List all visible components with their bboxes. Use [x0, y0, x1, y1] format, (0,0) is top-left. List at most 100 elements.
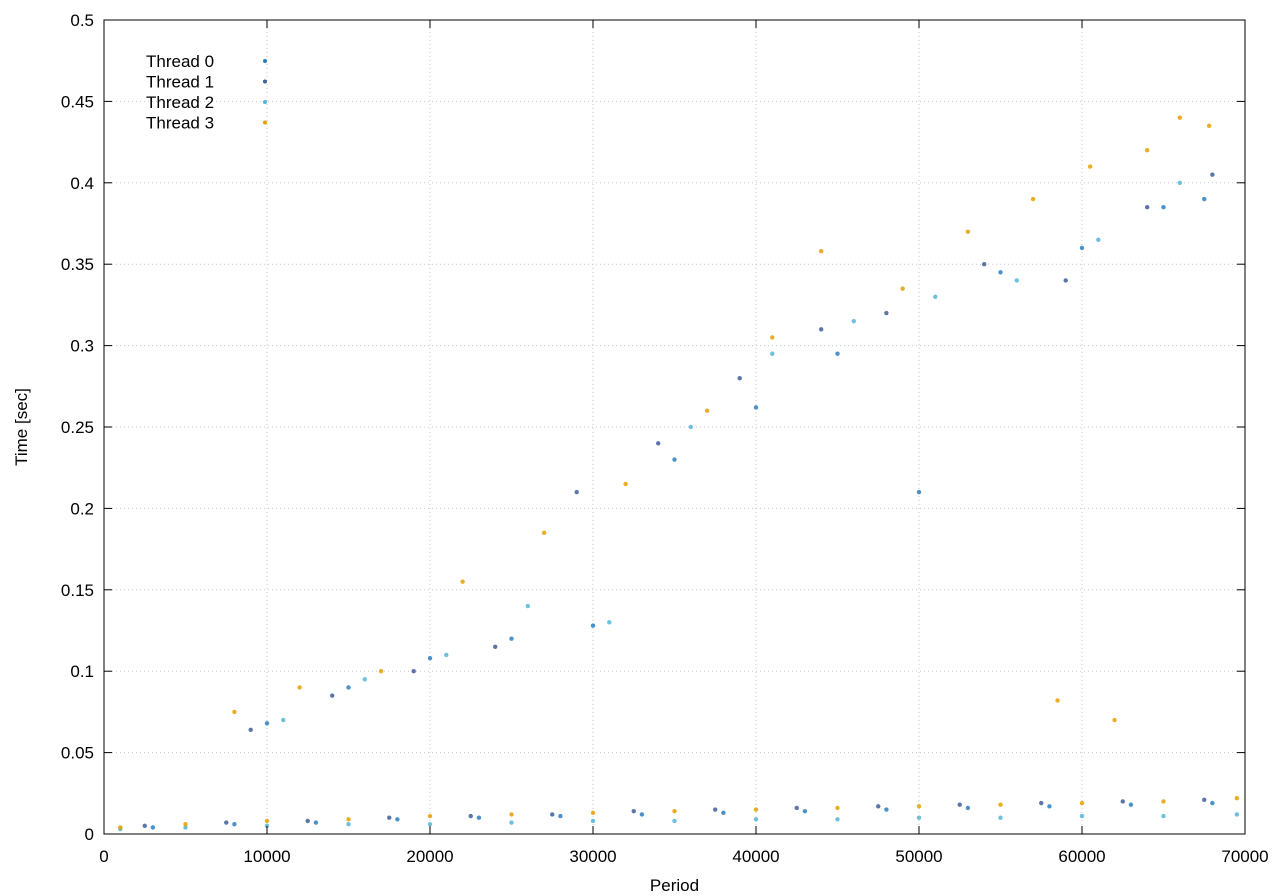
y-tick-label: 0.35	[61, 255, 94, 274]
data-point-thread-3	[509, 812, 514, 817]
data-point-thread-3	[1206, 123, 1212, 129]
data-point-thread-1	[1063, 278, 1068, 283]
data-point-thread-0	[476, 815, 482, 820]
x-axis-title: Period	[650, 876, 699, 895]
data-point-thread-2	[525, 603, 530, 609]
data-point-thread-3	[965, 229, 971, 234]
data-point-thread-1	[1145, 205, 1150, 210]
data-point-thread-1	[631, 809, 636, 814]
data-point-thread-1	[387, 815, 392, 820]
data-point-thread-2	[1014, 278, 1019, 283]
data-point-thread-0	[884, 807, 889, 812]
x-tick-label: 20000	[406, 847, 453, 866]
data-point-thread-2	[444, 652, 449, 658]
data-point-thread-0	[672, 457, 677, 462]
data-point-thread-2	[835, 817, 840, 822]
data-point-thread-0	[395, 817, 400, 822]
data-point-thread-3	[460, 579, 465, 584]
data-point-thread-3	[672, 809, 677, 814]
data-point-thread-0	[590, 623, 596, 628]
legend-marker	[263, 100, 267, 104]
data-point-thread-3	[704, 408, 710, 413]
data-point-thread-1	[411, 669, 416, 674]
data-point-thread-1	[737, 375, 742, 381]
data-point-thread-3	[1055, 698, 1060, 703]
legend-label: Thread 2	[146, 93, 214, 112]
data-point-thread-1	[1120, 799, 1125, 804]
data-point-thread-3	[770, 335, 775, 340]
data-point-thread-3	[1030, 196, 1036, 202]
data-point-thread-1	[574, 489, 579, 495]
data-point-thread-0	[639, 812, 645, 817]
data-point-thread-1	[1210, 172, 1215, 177]
y-axis-title: Time [sec]	[12, 388, 31, 466]
data-point-thread-3	[232, 709, 237, 715]
x-tick-label: 10000	[243, 847, 290, 866]
data-point-thread-2	[1079, 813, 1085, 819]
data-point-thread-0	[427, 655, 433, 661]
data-point-thread-3	[541, 530, 547, 536]
data-point-thread-1	[330, 693, 335, 698]
data-point-thread-2	[688, 424, 693, 430]
data-point-thread-1	[468, 813, 473, 819]
x-axis-ticks: 0 10000 20000 30000 40000 50000 60000 70000	[99, 20, 1269, 866]
x-tick-label: 40000	[732, 847, 779, 866]
y-tick-label: 0.15	[61, 581, 94, 600]
data-point-thread-0	[1202, 196, 1207, 202]
data-point-thread-0	[802, 809, 808, 814]
data-point-thread-3	[183, 822, 188, 827]
data-point-thread-3	[427, 813, 433, 819]
data-point-thread-2	[1161, 813, 1166, 819]
data-point-thread-1	[982, 262, 987, 267]
y-tick-label: 0.3	[70, 337, 94, 356]
data-point-thread-3	[1234, 795, 1240, 801]
data-point-thread-2	[933, 294, 938, 299]
y-tick-label: 0.1	[70, 662, 94, 681]
data-point-thread-1	[493, 644, 498, 649]
y-tick-label: 0.05	[61, 744, 94, 763]
y-tick-label: 0.25	[61, 418, 94, 437]
data-point-thread-0	[1047, 804, 1052, 809]
legend-marker	[263, 59, 267, 63]
data-point-thread-2	[346, 822, 351, 827]
x-tick-label: 30000	[569, 847, 616, 866]
data-point-thread-0	[753, 405, 759, 410]
data-point-thread-3	[900, 286, 905, 291]
data-point-thread-0	[313, 820, 319, 825]
data-point-thread-1	[1039, 800, 1044, 806]
data-point-thread-2	[672, 818, 677, 824]
y-tick-label: 0.2	[70, 499, 94, 518]
data-point-thread-2	[607, 620, 612, 625]
data-point-thread-1	[794, 805, 799, 811]
data-point-thread-3	[1112, 717, 1117, 723]
data-point-thread-0	[916, 489, 922, 495]
data-point-thread-1	[876, 804, 881, 809]
legend-label: Thread 1	[146, 73, 214, 92]
data-point-thread-2	[753, 817, 759, 822]
data-point-thread-0	[264, 721, 270, 726]
data-point-thread-2	[770, 351, 775, 356]
data-point-thread-3	[623, 481, 628, 487]
data-points	[118, 115, 1240, 832]
data-point-thread-1	[656, 441, 661, 446]
grid-lines	[104, 20, 1245, 834]
data-point-thread-0	[558, 813, 563, 819]
data-point-thread-3	[297, 685, 302, 690]
data-point-thread-0	[1210, 800, 1215, 806]
data-point-thread-2	[1234, 812, 1240, 817]
data-point-thread-0	[509, 636, 514, 641]
data-point-thread-2	[509, 820, 514, 825]
data-point-thread-2	[851, 318, 856, 324]
data-point-thread-0	[232, 822, 237, 827]
data-point-thread-2	[427, 822, 433, 827]
data-point-thread-3	[1177, 115, 1183, 120]
data-point-thread-3	[835, 805, 840, 811]
data-point-thread-1	[713, 807, 718, 812]
data-point-thread-0	[150, 825, 156, 830]
data-point-thread-3	[264, 818, 270, 824]
data-point-thread-3	[998, 802, 1003, 807]
plot-frame	[103, 19, 1246, 835]
data-point-thread-0	[1128, 802, 1134, 807]
data-point-thread-0	[1161, 205, 1166, 210]
data-point-thread-0	[965, 805, 971, 811]
